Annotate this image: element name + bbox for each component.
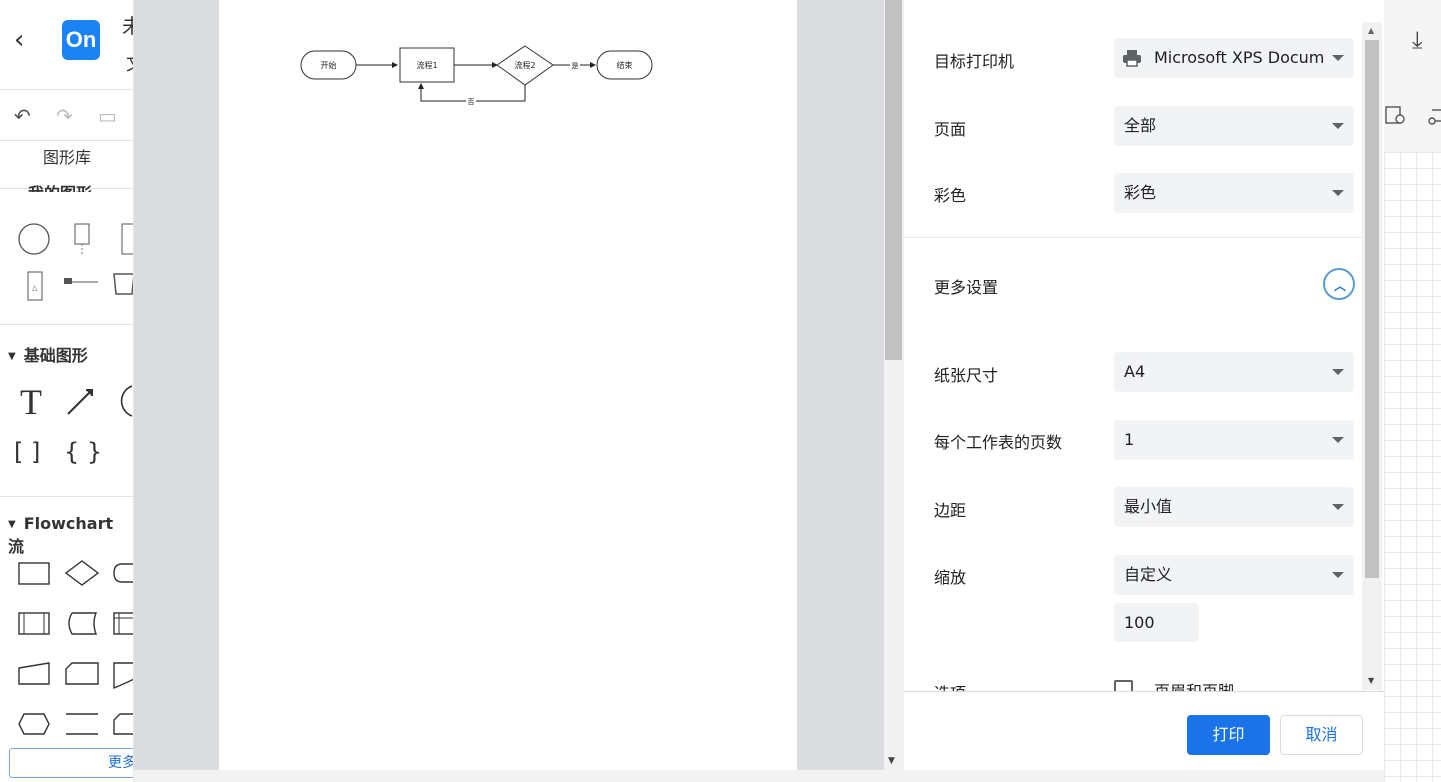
printer-value: Microsoft XPS Docum [1154, 48, 1325, 67]
canvas-grid[interactable] [1384, 152, 1441, 782]
color-label: 彩色 [934, 186, 967, 205]
dialog-footer: 打印 取消 [904, 691, 1384, 782]
chevron-down-icon [1332, 123, 1344, 129]
section-flowchart[interactable]: ▼ Flowchart 流 [8, 514, 133, 557]
printer-label: 目标打印机 [934, 52, 1015, 71]
zoom-tools[interactable] [1384, 104, 1441, 128]
chevron-down-icon [1332, 504, 1344, 510]
pages-value: 全部 [1124, 116, 1157, 135]
preview-page: 开始 流程1 流程2 是 结束 否 [219, 0, 797, 770]
process1-label: 流程1 [416, 60, 437, 70]
margins-label: 边距 [934, 501, 967, 520]
section-basic-shapes[interactable]: ▼ 基础图形 [8, 342, 88, 366]
header-footer-label: 页眉和页脚 [1154, 678, 1234, 691]
scale-value: 自定义 [1124, 565, 1173, 584]
chevron-down-icon [1332, 190, 1344, 196]
app-logo: On [62, 20, 100, 60]
scale-percent-input[interactable]: 100 [1114, 603, 1199, 642]
undo-icon[interactable]: ↶ [14, 104, 31, 128]
more-settings-label[interactable]: 更多设置 [934, 274, 998, 298]
section-my-shapes[interactable]: 我的图形 [28, 180, 92, 192]
tab-shape-library[interactable]: 图形库 [0, 144, 133, 168]
svg-text:[ ]: [ ] [14, 438, 40, 466]
scale-label: 缩放 [934, 568, 967, 587]
document-title[interactable]: 未 [122, 10, 133, 39]
color-select[interactable]: 彩色 [1114, 173, 1354, 213]
pages-select[interactable]: 全部 [1114, 106, 1354, 146]
svg-text:△: △ [32, 284, 38, 292]
bottom-ruler [134, 770, 1384, 782]
paper-size-label: 纸张尺寸 [934, 366, 999, 385]
chevron-down-icon [1332, 369, 1344, 375]
app-sidebar: ‹ On 未 文 ↶ ↷ ▭ 图形库 我的图形 △ ▼基础图形 T [ ] { … [0, 0, 134, 782]
more-shapes-button[interactable]: 更多图 [9, 748, 133, 778]
svg-text:{ }: { } [64, 438, 102, 466]
print-button[interactable]: 打印 [1187, 715, 1270, 755]
start-label: 开始 [321, 60, 337, 70]
margins-value: 最小值 [1124, 497, 1173, 516]
pages-per-sheet-select[interactable]: 1 [1114, 420, 1354, 460]
my-shapes-grid[interactable]: △ [14, 218, 134, 308]
settings-scrollbar[interactable]: ▲ ▼ [1362, 22, 1382, 690]
options-label: 选项 [934, 680, 966, 691]
chevron-up-icon: ︿ [1334, 279, 1347, 293]
pages-per-sheet-label: 每个工作表的页数 [934, 433, 1063, 452]
svg-text:T: T [20, 382, 42, 422]
printer-icon [1123, 50, 1141, 67]
flowchart-preview: 开始 流程1 流程2 是 结束 否 [300, 45, 653, 106]
preview-scroll-thumb[interactable] [885, 0, 902, 360]
cancel-button[interactable]: 取消 [1280, 715, 1363, 755]
basic-shapes-grid[interactable]: T [ ] { } [14, 380, 134, 470]
back-icon[interactable]: ‹ [14, 27, 38, 53]
chevron-down-icon [1332, 572, 1344, 578]
settings-scroll-thumb[interactable] [1365, 40, 1379, 578]
format-painter-icon[interactable]: ▭ [98, 104, 117, 128]
download-icon[interactable]: ⤓ [1412, 26, 1423, 54]
paper-size-value: A4 [1124, 362, 1146, 381]
divider [904, 237, 1364, 238]
menu-file[interactable]: 文 [126, 50, 133, 76]
no-label: 否 [468, 98, 475, 106]
yes-label: 是 [572, 62, 579, 70]
pages-per-sheet-value: 1 [1124, 430, 1135, 449]
margins-select[interactable]: 最小值 [1114, 487, 1354, 527]
pages-label: 页面 [934, 120, 967, 139]
app-right-toolbar: ⤓ [1384, 0, 1441, 782]
printer-select[interactable]: Microsoft XPS Docum [1114, 38, 1354, 78]
scroll-down-icon[interactable]: ▼ [1368, 676, 1374, 685]
scroll-down-icon[interactable]: ▼ [888, 756, 895, 766]
preview-scrollbar[interactable]: ▼ [884, 0, 904, 782]
scale-select[interactable]: 自定义 [1114, 555, 1354, 595]
print-preview: 开始 流程1 流程2 是 结束 否 [134, 0, 884, 782]
redo-icon[interactable]: ↷ [56, 104, 73, 128]
flowchart-shapes-grid[interactable] [14, 556, 134, 746]
print-settings-panel: 目标打印机 Microsoft XPS Docum 页面 全部 彩色 彩色 更多… [904, 0, 1384, 782]
chevron-down-icon [1332, 55, 1344, 61]
collapse-more-settings-button[interactable]: ︿ [1323, 268, 1355, 300]
scroll-up-icon[interactable]: ▲ [1368, 26, 1374, 35]
end-label: 结束 [617, 60, 633, 70]
paper-size-select[interactable]: A4 [1114, 352, 1354, 392]
decision-label: 流程2 [514, 60, 535, 70]
chevron-down-icon [1332, 437, 1344, 443]
color-value: 彩色 [1124, 183, 1157, 202]
